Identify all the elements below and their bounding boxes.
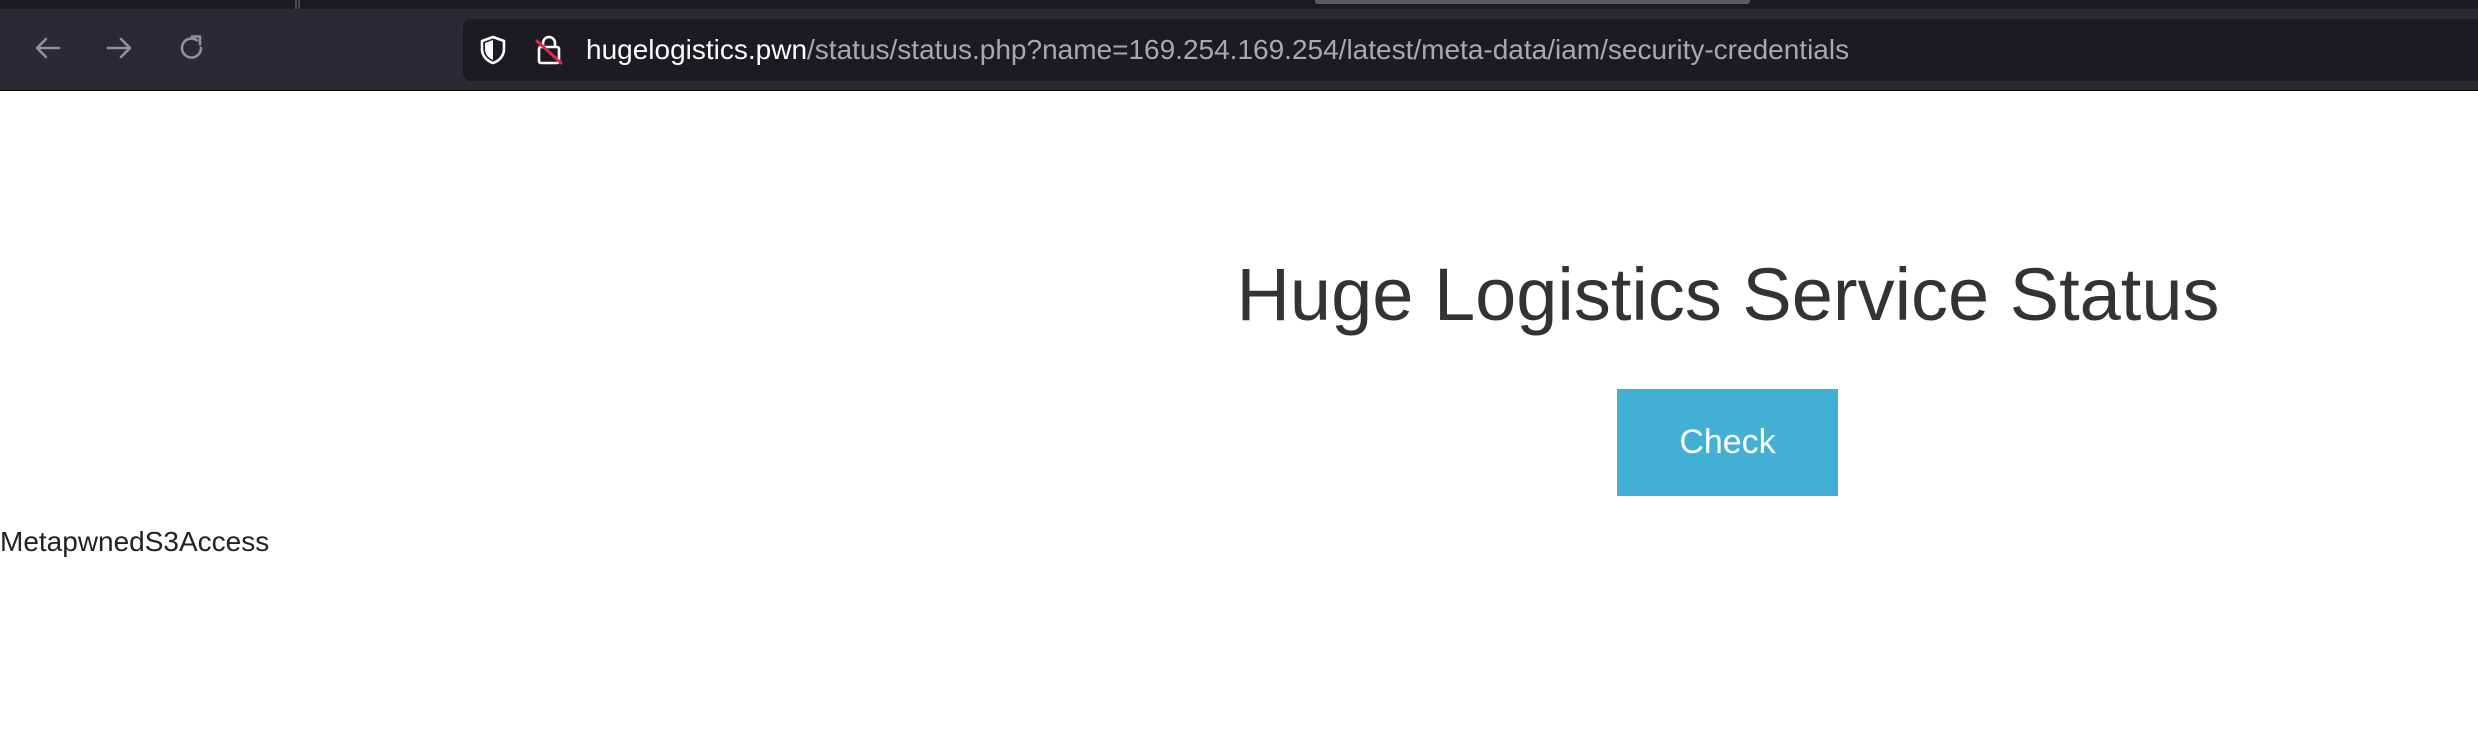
reload-button[interactable] xyxy=(168,24,216,72)
check-button[interactable]: Check xyxy=(1617,389,1838,496)
url-text[interactable]: hugelogistics.pwn/status/status.php?name… xyxy=(586,33,1849,67)
url-path: /status/status.php?name=169.254.169.254/… xyxy=(807,34,1850,65)
address-bar[interactable]: hugelogistics.pwn/status/status.php?name… xyxy=(463,19,2478,81)
response-output: MetapwnedS3Access xyxy=(0,526,270,557)
insecure-lock-icon[interactable] xyxy=(533,33,565,67)
reload-icon xyxy=(180,35,203,59)
tab-shadow xyxy=(1315,0,1750,4)
back-button[interactable] xyxy=(24,24,72,72)
tracking-protection-shield-icon[interactable] xyxy=(477,34,509,66)
forward-button[interactable] xyxy=(95,24,143,72)
tab-strip xyxy=(0,0,2478,9)
forward-arrow-icon xyxy=(106,37,132,59)
tab-separator xyxy=(298,0,300,9)
back-arrow-icon xyxy=(35,37,61,59)
page-title: Huge Logistics Service Status xyxy=(1236,253,2220,336)
page-content: Huge Logistics Service Status Check Meta… xyxy=(0,91,2478,732)
tab-separator xyxy=(295,0,297,9)
url-host: hugelogistics.pwn xyxy=(586,34,808,65)
browser-toolbar: hugelogistics.pwn/status/status.php?name… xyxy=(0,0,2478,91)
